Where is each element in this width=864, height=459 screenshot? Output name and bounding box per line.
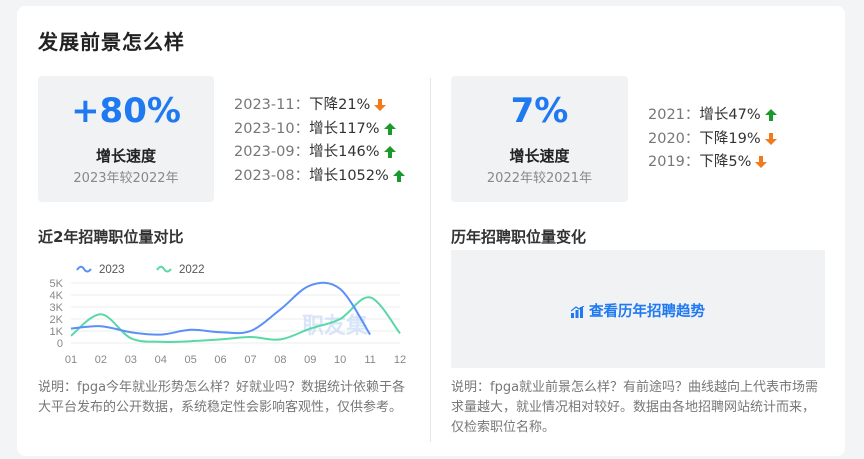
arrow-down-icon xyxy=(374,99,387,111)
y-tick-label: 2K xyxy=(50,314,64,326)
right-note: 说明：fpga就业前景怎么样？有前途吗？曲线越向上代表市场需求量越大，就业情况相… xyxy=(451,380,819,435)
column-divider xyxy=(430,78,431,442)
x-tick-label: 04 xyxy=(155,354,167,366)
trend-value: 增长146% xyxy=(309,144,380,160)
trend-period: 2023-09： xyxy=(234,144,310,160)
x-tick-label: 01 xyxy=(65,354,77,366)
arrow-up-icon xyxy=(383,146,396,158)
view-trend-label: 查看历年招聘趋势 xyxy=(589,304,705,320)
trend-value: 下降21% xyxy=(309,97,371,113)
view-trend-button[interactable]: 查看历年招聘趋势 xyxy=(451,300,825,321)
trend-value: 增长117% xyxy=(309,120,380,137)
trend-value: 增长1052% xyxy=(309,167,389,184)
section-title-history: 历年招聘职位量变化 xyxy=(451,228,587,246)
trend-row: 2023-08：增长1052% xyxy=(234,165,405,189)
x-tick-label: 08 xyxy=(274,354,286,366)
growth-stat-2023: +80% 增长速度 2023年较2022年 xyxy=(38,76,214,202)
trend-period: 2020： xyxy=(648,130,700,147)
legend-label: 2023 xyxy=(99,264,125,276)
trend-row: 2020：下降19% xyxy=(648,128,777,152)
x-tick-label: 07 xyxy=(244,354,256,366)
arrow-down-icon xyxy=(764,132,777,145)
trend-value: 增长47% xyxy=(699,107,761,123)
y-tick-label: 5K xyxy=(50,278,64,290)
section-title-comparison: 近2年招聘职位量对比 xyxy=(38,228,184,246)
trend-period: 2023-08： xyxy=(234,167,310,184)
y-tick-label: 0 xyxy=(57,338,63,350)
arrow-up-icon xyxy=(392,169,405,182)
growth-value: +80% xyxy=(71,91,181,131)
y-tick-label: 1K xyxy=(50,326,64,338)
trend-period: 2023-11： xyxy=(234,97,310,113)
growth-label: 增长速度 xyxy=(95,147,156,165)
arrow-down-icon xyxy=(755,156,768,168)
y-tick-label: 4K xyxy=(50,290,64,302)
x-tick-label: 10 xyxy=(334,354,346,366)
page-title: 发展前景怎么样 xyxy=(38,30,185,54)
growth-comparison: 2023年较2022年 xyxy=(73,171,179,186)
job-count-line-chart: 01K2K3K4K5K01 02 03 04 05 06 07 08 09 10 11 12职友集20… xyxy=(50,264,407,366)
growth-stat-2022: 7% 增长速度 2022年较2021年 xyxy=(451,76,628,202)
trend-row: 2023-09：增长146% xyxy=(234,141,405,165)
x-tick-label: 02 xyxy=(95,354,107,366)
trend-period: 2019： xyxy=(648,154,700,170)
x-tick-label: 09 xyxy=(304,354,316,366)
trend-value: 下降19% xyxy=(699,130,761,147)
bar-chart-icon xyxy=(570,305,585,318)
trend-row: 2023-11：下降21% xyxy=(234,94,405,118)
growth-comparison: 2022年较2021年 xyxy=(486,171,593,186)
x-tick-label: 12 xyxy=(394,354,406,366)
trend-row: 2023-10：增长117% xyxy=(234,118,405,142)
trend-period: 2021： xyxy=(648,107,700,123)
arrow-up-icon xyxy=(383,122,396,135)
growth-value: 7% xyxy=(510,91,569,131)
x-tick-label: 03 xyxy=(125,354,137,366)
legend-marker xyxy=(76,265,92,273)
x-tick-label: 11 xyxy=(364,354,375,366)
trend-period: 2023-10： xyxy=(234,120,310,137)
legend-marker xyxy=(156,265,172,273)
left-note: 说明：fpga今年就业形势怎么样？好就业吗？数据统计依赖于各大平台发布的公开数据… xyxy=(38,380,406,415)
x-tick-label: 06 xyxy=(214,354,226,366)
trend-row: 2019：下降5% xyxy=(648,151,777,175)
y-tick-label: 3K xyxy=(50,302,64,314)
arrow-up-icon xyxy=(764,109,777,121)
history-trend-panel: 查看历年招聘趋势 xyxy=(451,250,825,368)
legend-label: 2022 xyxy=(179,264,205,276)
growth-label: 增长速度 xyxy=(509,147,570,165)
monthly-trend-list: 2023-11：下降21% 2023-10：增长117% 2023-09：增长146… xyxy=(234,94,405,188)
trend-row: 2021：增长47% xyxy=(648,104,777,128)
yearly-trend-list: 2021：增长47% 2020：下降19% 2019：下降5% xyxy=(648,104,777,175)
prospect-card: 发展前景怎么样 +80% 增长速度 2023年较2022年 2023-11：下降… xyxy=(17,6,845,456)
x-tick-label: 05 xyxy=(185,354,197,366)
trend-value: 下降5% xyxy=(699,154,752,170)
